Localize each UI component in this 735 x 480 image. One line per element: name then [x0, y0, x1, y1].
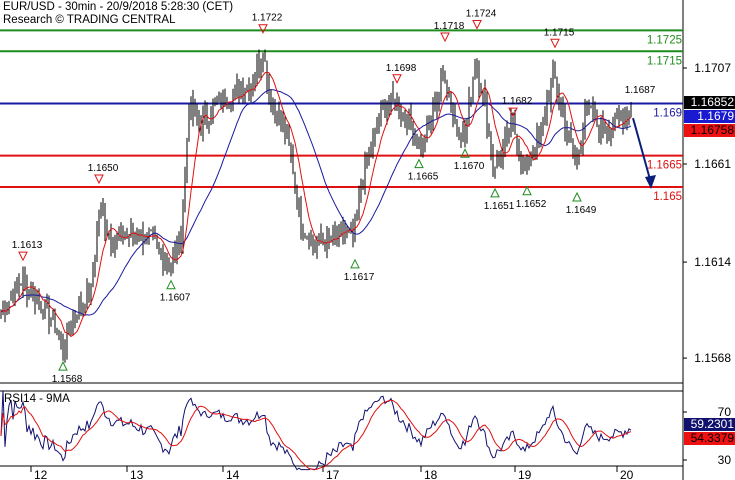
price-tag-last: 1.16852	[684, 96, 735, 109]
x-tick-label: 18	[424, 468, 438, 480]
x-tick-label: 13	[130, 468, 144, 480]
note-label: 1.1687	[625, 85, 656, 96]
high-marker-icon	[550, 38, 560, 49]
low-label: 1.1651	[484, 201, 515, 212]
x-tick-label: 12	[34, 468, 48, 480]
level-label: 1.165	[653, 191, 682, 203]
low-marker-icon	[572, 191, 582, 202]
level-label: 1.1725	[647, 34, 682, 46]
chart-title: EUR/USD - 30min - 20/9/2018 5:28:30 (CET…	[3, 1, 234, 13]
rsi-line	[0, 390, 632, 471]
forecast-arrow	[632, 117, 652, 184]
high-marker-icon	[392, 74, 402, 84]
low-label: 1.1649	[566, 205, 597, 216]
low-label: 1.1617	[344, 272, 375, 283]
low-label: 1.1568	[52, 374, 83, 385]
high-marker-icon	[94, 174, 104, 185]
x-tick-label: 17	[326, 468, 340, 480]
chart-canvas[interactable]: 1.17071.16611.16141.1568703012 13 14 17 18 19…	[0, 0, 735, 480]
low-marker-icon	[414, 158, 424, 169]
high-label: 1.1698	[386, 63, 417, 74]
x-tick-label: 19	[518, 468, 532, 480]
rsi-ma-tag: 54.3379	[684, 432, 735, 445]
low-label: 1.1607	[160, 293, 191, 304]
rsi-title: RSI14 - 9MA	[4, 393, 70, 405]
low-marker-icon	[166, 279, 176, 290]
price-tag-blue-ma: 1.1679	[684, 110, 735, 123]
high-label: 1.1613	[12, 240, 43, 251]
high-label: 1.1650	[88, 163, 119, 174]
low-label: 1.1665	[408, 172, 439, 183]
high-marker-icon	[440, 32, 450, 43]
y-tick-label: 1.1661	[694, 157, 731, 171]
chart-source: Research © TRADING CENTRAL	[3, 14, 176, 26]
chart-window: 1.1707 1.1661 1.1614 1.1568 70 30 12 13 14 17 18 19…	[0, 0, 735, 480]
low-marker-icon	[522, 185, 532, 196]
high-label: 1.1718	[434, 21, 465, 32]
price-tag-red-ma: 1.16758	[684, 124, 735, 137]
level-label: 1.169	[653, 107, 682, 119]
high-marker-icon	[18, 251, 28, 262]
low-marker-icon	[350, 258, 360, 269]
low-marker-icon	[490, 187, 500, 198]
rsi-y-tick-label: 30	[718, 453, 732, 467]
y-tick-label: 1.1707	[694, 61, 731, 75]
rsi-tag: 59.2301	[684, 418, 735, 431]
high-label: 1.1715	[544, 27, 575, 38]
low-marker-icon	[58, 360, 68, 371]
low-label: 1.1670	[454, 161, 485, 172]
high-marker-icon	[258, 24, 268, 34]
y-tick-label: 1.1614	[694, 255, 731, 269]
x-tick-label: 14	[226, 468, 240, 480]
y-tick-label: 1.1568	[694, 351, 731, 365]
high-label: 1.1682	[502, 96, 533, 107]
high-label: 1.1724	[466, 9, 497, 20]
low-label: 1.1652	[516, 199, 547, 210]
x-tick-label: 20	[620, 468, 634, 480]
high-marker-icon	[472, 20, 482, 30]
level-label: 1.1715	[647, 55, 682, 67]
level-label: 1.1665	[647, 160, 682, 172]
high-label: 1.1722	[252, 13, 283, 24]
